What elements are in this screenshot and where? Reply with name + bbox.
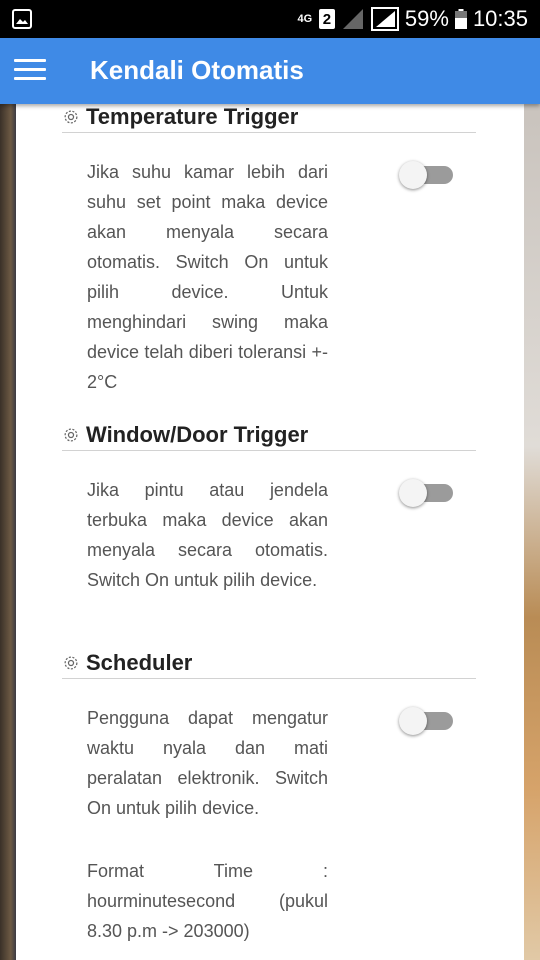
clock: 10:35 [472, 6, 528, 31]
section-title: Temperature Trigger [86, 104, 299, 129]
gear-icon [64, 428, 78, 442]
sim-slot-indicator: 2 [318, 9, 335, 29]
background-image-edge [524, 104, 540, 960]
app-bar: Kendali Otomatis [0, 38, 540, 104]
section-title: Scheduler [86, 650, 193, 675]
battery-icon [454, 9, 467, 29]
switch-knob [399, 161, 427, 189]
section-description: Jika suhu kamar lebih dari suhu set poin… [87, 162, 328, 392]
section-title: Window/Door Trigger [86, 422, 309, 447]
signal-icon [370, 7, 399, 31]
section-description: Pengguna dapat mengatur waktu nyala dan … [87, 708, 328, 818]
section-header-temperature: Temperature Trigger [62, 104, 476, 133]
signal-icon [342, 9, 363, 29]
section-description: Jika pintu atau jendela terbuka maka dev… [87, 480, 328, 590]
format-time-note: Format Time : hourminutesecond (pukul 8.… [87, 861, 328, 941]
switch-knob [399, 707, 427, 735]
network-type-label: 4G [297, 13, 313, 25]
app-title: Kendali Otomatis [90, 55, 304, 85]
window-door-trigger-switch[interactable] [399, 476, 453, 507]
scheduler-switch[interactable] [399, 704, 453, 735]
hamburger-menu-icon[interactable] [14, 59, 46, 83]
section-header-scheduler: Scheduler [62, 650, 476, 679]
temperature-trigger-switch[interactable] [399, 158, 453, 189]
gear-icon [64, 656, 78, 670]
battery-percent: 59% [404, 6, 449, 31]
image-icon [12, 9, 32, 29]
switch-knob [399, 479, 427, 507]
section-header-window-door: Window/Door Trigger [62, 422, 476, 451]
status-icons: 4G 2 59% 10:35 [297, 0, 528, 38]
status-bar: 4G 2 59% 10:35 [0, 0, 540, 38]
gear-icon [64, 110, 78, 124]
